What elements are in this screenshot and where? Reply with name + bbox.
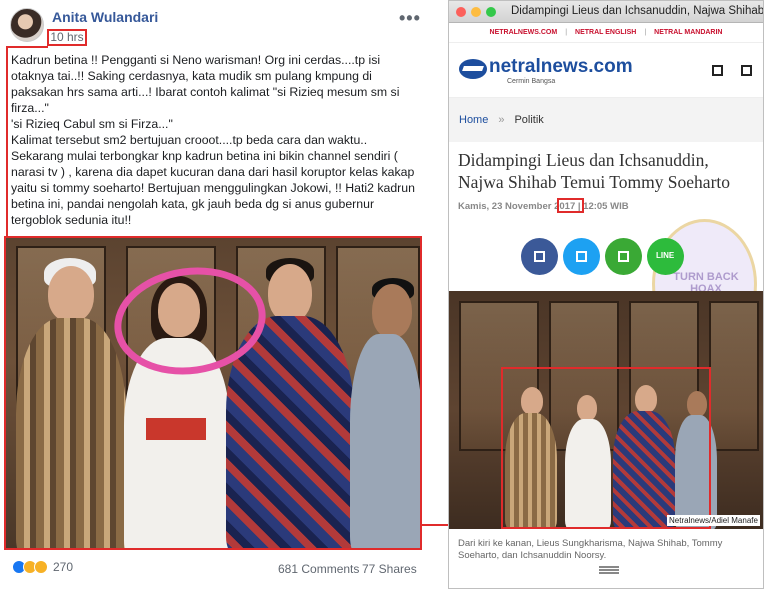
author-name[interactable]: Anita Wulandari (52, 9, 158, 25)
nav-separator: | (644, 29, 647, 36)
top-nav: NETRALNEWS.COM | NETRAL ENGLISH | NETRAL… (449, 23, 763, 43)
reactions-count: 270 (53, 560, 74, 574)
post-body: Kadrun betina !! Pengganti si Neno waris… (11, 53, 415, 227)
site-logo[interactable]: netralnews.com (489, 56, 633, 78)
window-titlebar: Didampingi Lieus dan Ichsanuddin, Najwa … (449, 1, 763, 23)
window-title: Didampingi Lieus dan Ichsanuddin, Najwa … (511, 5, 764, 17)
post-timestamp[interactable]: 10 hrs (47, 29, 87, 46)
scroll-handle-icon[interactable] (599, 566, 619, 568)
photo-caption: Dari kiri ke kanan, Lieus Sungkharisma, … (458, 538, 723, 561)
article-headline: Didampingi Lieus dan Ichsanuddin, Najwa … (458, 150, 731, 192)
browser-window: Didampingi Lieus dan Ichsanuddin, Najwa … (448, 0, 764, 589)
minimize-button[interactable] (471, 7, 481, 17)
line-share-icon[interactable]: LINE (647, 238, 684, 275)
post-photo[interactable] (4, 236, 422, 550)
breadcrumb: Home » Politik (449, 98, 763, 142)
wow-icon (34, 560, 48, 574)
more-horizontal-icon[interactable]: ••• (399, 8, 421, 29)
highlight-frame-left (6, 46, 8, 236)
breadcrumb-separator: » (498, 114, 505, 126)
nav-netral-english[interactable]: NETRAL ENGLISH (575, 29, 636, 36)
facebook-post: Anita Wulandari 10 hrs ••• Kadrun betina… (0, 0, 428, 589)
article-dateline: Kamis, 23 November 2017 | 12:05 WIB (458, 201, 629, 212)
site-header: netralnews.com Cermin Bangsa (449, 43, 763, 98)
reactions[interactable]: 270 (12, 560, 73, 574)
highlight-frame-top (6, 46, 48, 48)
logo-globe-icon (459, 59, 487, 79)
avatar[interactable] (10, 8, 44, 42)
comments-count[interactable]: 681 Comments (278, 562, 359, 576)
site-tagline: Cermin Bangsa (507, 78, 556, 85)
photo-credit: Netralnews/Adiel Manafe (667, 515, 760, 526)
facebook-share-icon[interactable] (521, 238, 558, 275)
twitter-share-icon[interactable] (563, 238, 600, 275)
breadcrumb-home[interactable]: Home (459, 114, 488, 126)
nav-netral-mandarin[interactable]: NETRAL MANDARIN (654, 29, 722, 36)
breadcrumb-category[interactable]: Politik (514, 114, 543, 126)
whatsapp-share-icon[interactable] (605, 238, 642, 275)
maximize-button[interactable] (486, 7, 496, 17)
nav-separator: | (565, 29, 568, 36)
search-icon[interactable] (712, 65, 723, 76)
year-highlight-box (557, 198, 584, 213)
close-button[interactable] (456, 7, 466, 17)
share-buttons: LINE (521, 238, 684, 275)
menu-icon[interactable] (741, 65, 752, 76)
nav-netralnews[interactable]: NETRALNEWS.COM (490, 29, 558, 36)
shares-count[interactable]: 77 Shares (362, 562, 417, 576)
photo-highlight-box (501, 367, 711, 529)
